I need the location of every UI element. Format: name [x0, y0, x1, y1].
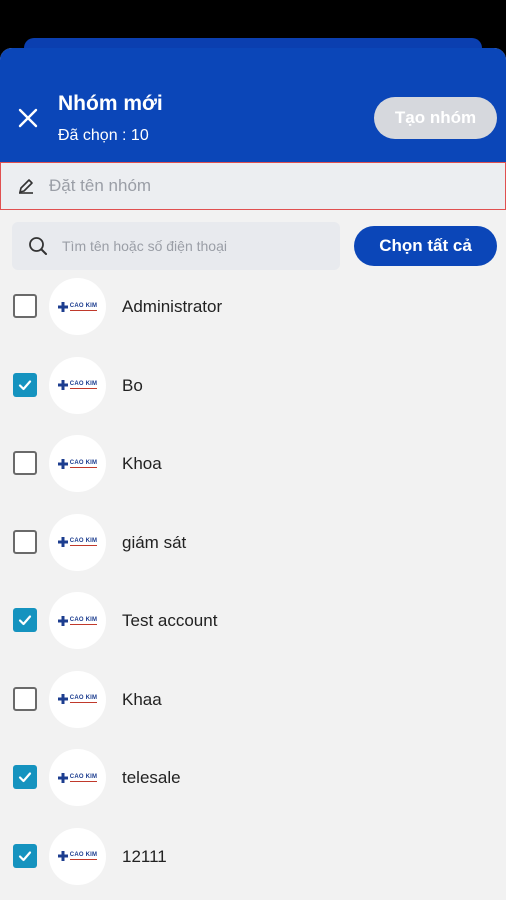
checkbox-unchecked[interactable] [13, 529, 37, 554]
avatar: CAO KIM [49, 592, 106, 649]
company-logo-icon: CAO KIM [57, 772, 98, 783]
contact-name: Administrator [122, 297, 223, 316]
logo-text: CAO KIM [69, 695, 98, 703]
logo-text: CAO KIM [69, 459, 98, 468]
contact-row[interactable]: CAO KIM Administrator [0, 278, 506, 359]
pencil-icon [17, 176, 37, 196]
close-button[interactable] [14, 104, 42, 132]
contact-row[interactable]: CAO KIM 12111 [0, 827, 506, 900]
checkbox-checked[interactable] [13, 608, 37, 632]
logo-text: CAO KIM [69, 773, 98, 782]
checkbox-unchecked[interactable] [13, 294, 37, 318]
logo-text: CAO KIM [69, 302, 98, 311]
close-icon [18, 108, 38, 128]
avatar: CAO KIM [49, 670, 106, 728]
check-icon [18, 379, 32, 390]
search-icon [28, 235, 50, 257]
contact-name: Khaa [122, 689, 162, 709]
avatar: CAO KIM [49, 356, 106, 414]
select-all-button[interactable]: Chọn tất cả [354, 226, 497, 266]
checkbox-checked[interactable] [13, 843, 37, 868]
checkbox-checked[interactable] [13, 372, 37, 397]
logo-text: CAO KIM [69, 381, 98, 389]
search-input[interactable] [60, 237, 334, 255]
contact-name: Bo [122, 375, 143, 395]
contact-row[interactable]: CAO KIM Khaa [0, 670, 506, 752]
contact-row[interactable]: CAO KIM telesale [0, 749, 506, 830]
check-icon [18, 615, 32, 626]
contact-name: giám sát [122, 532, 187, 552]
contact-row[interactable]: CAO KIM Khoa [0, 435, 506, 516]
company-logo-icon: CAO KIM [57, 301, 98, 312]
company-logo-icon: CAO KIM [57, 380, 98, 390]
avatar: CAO KIM [49, 435, 106, 492]
company-logo-icon: CAO KIM [57, 537, 98, 547]
check-icon [18, 850, 32, 861]
contact-name: Khoa [122, 454, 162, 473]
selected-count: Đã chọn : 10 [58, 127, 149, 144]
company-logo-icon: CAO KIM [57, 458, 98, 469]
contact-name: telesale [122, 768, 181, 787]
search-box[interactable] [12, 222, 340, 270]
contact-row[interactable]: CAO KIM giám sát [0, 513, 506, 595]
logo-text: CAO KIM [69, 852, 98, 860]
check-icon [18, 772, 32, 783]
checkbox-unchecked[interactable] [13, 451, 37, 475]
avatar: CAO KIM [49, 827, 106, 885]
logo-text: CAO KIM [69, 538, 98, 546]
logo-text: CAO KIM [69, 616, 98, 625]
company-logo-icon: CAO KIM [57, 694, 98, 704]
avatar: CAO KIM [49, 749, 106, 806]
company-logo-icon: CAO KIM [57, 615, 98, 626]
group-name-field[interactable] [0, 162, 506, 210]
contact-name: Test account [122, 611, 218, 630]
page-title: Nhóm mới [58, 92, 163, 115]
create-group-button[interactable]: Tạo nhóm [374, 97, 497, 139]
contact-name: 12111 [122, 846, 167, 866]
checkbox-unchecked[interactable] [13, 686, 37, 711]
header-bar: Nhóm mới Đã chọn : 10 Tạo nhóm [0, 48, 506, 162]
avatar: CAO KIM [49, 278, 106, 335]
new-group-sheet: Nhóm mới Đã chọn : 10 Tạo nhóm Chọn tất … [0, 48, 506, 900]
group-name-input[interactable] [47, 175, 471, 197]
contact-row[interactable]: CAO KIM Bo [0, 356, 506, 438]
contact-row[interactable]: CAO KIM Test account [0, 592, 506, 673]
company-logo-icon: CAO KIM [57, 851, 98, 861]
checkbox-checked[interactable] [13, 765, 37, 789]
avatar: CAO KIM [49, 513, 106, 571]
